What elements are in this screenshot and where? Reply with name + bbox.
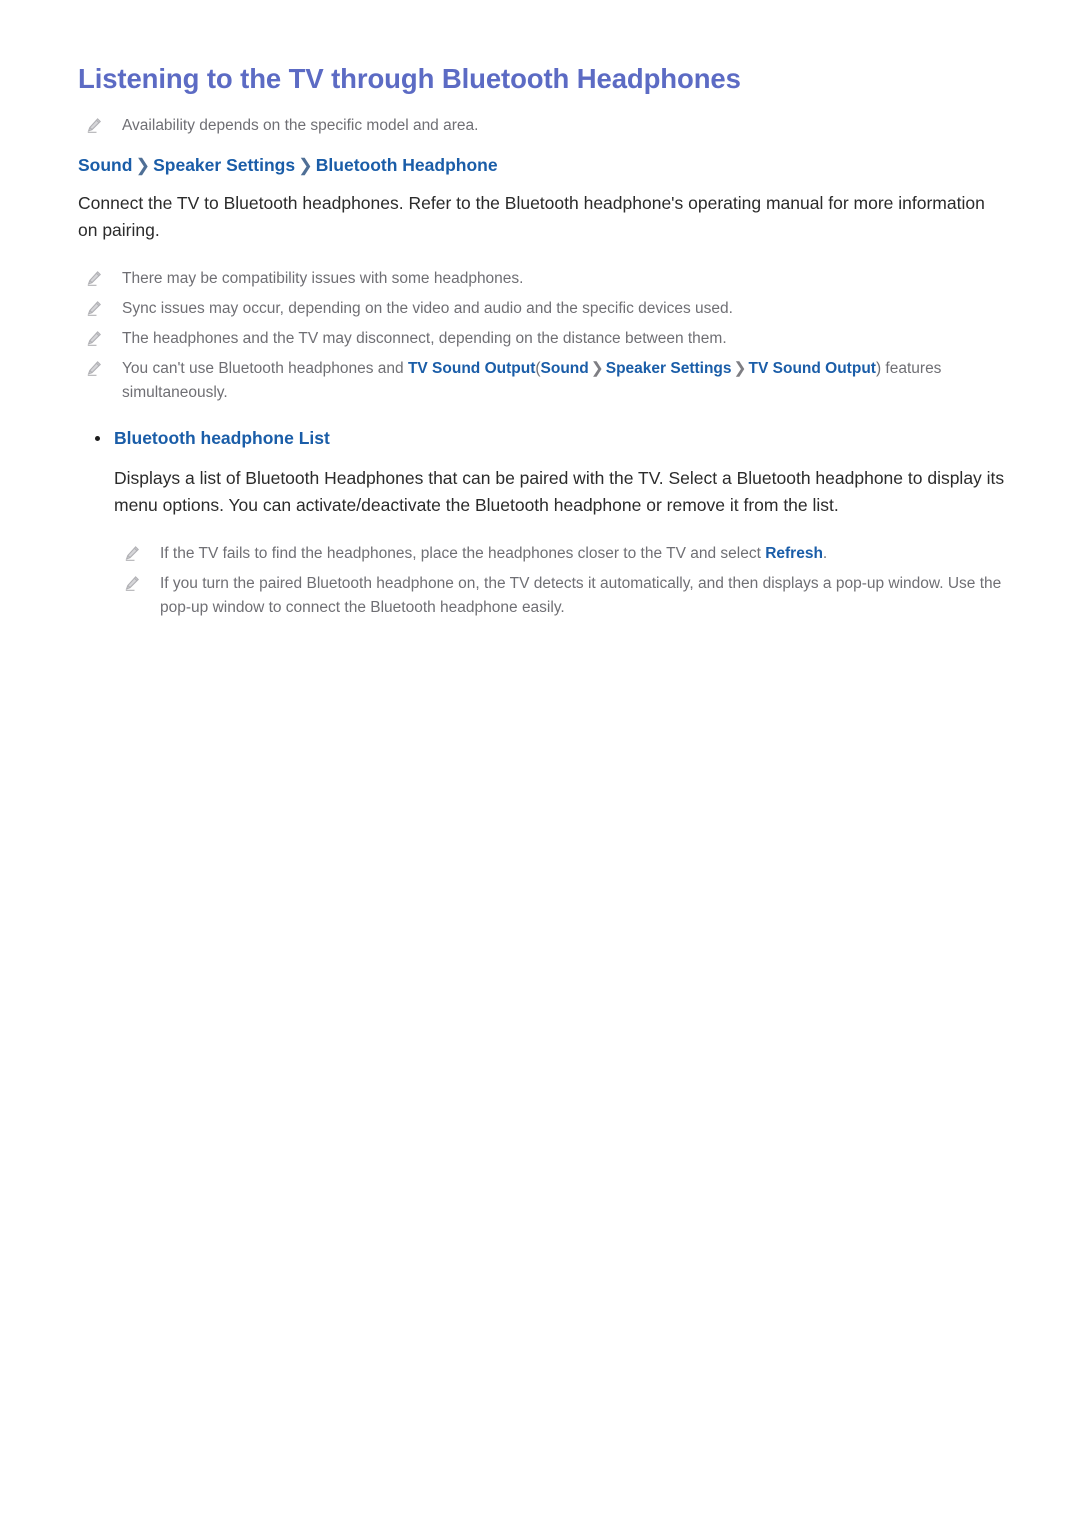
link-path-speaker-settings[interactable]: Speaker Settings [606,360,732,377]
path-separator-icon: ❯ [733,360,747,377]
note-refresh: If the TV fails to find the headphones, … [78,542,1022,566]
pencil-note-icon [124,545,141,562]
link-tv-sound-output[interactable]: TV Sound Output [408,360,535,377]
link-path-sound[interactable]: Sound [541,360,589,377]
section-description: Displays a list of Bluetooth Headphones … [114,468,1005,515]
breadcrumb-item-bluetooth-headphone[interactable]: Bluetooth Headphone [316,155,498,175]
note-popup-text: If you turn the paired Bluetooth headpho… [160,575,1002,616]
note-tv-sound-output-conflict: You can't use Bluetooth headphones and T… [78,357,1022,405]
note-sync-text: Sync issues may occur, depending on the … [122,300,733,317]
manual-page: Listening to the TV through Bluetooth He… [0,0,1080,1527]
section-heading-label: Bluetooth headphone List [114,428,330,448]
breadcrumb[interactable]: Sound ❯ Speaker Settings ❯ Bluetooth Headpho… [78,152,1022,178]
note-conflict-prefix: You can't use Bluetooth headphones and [122,360,408,377]
path-separator-icon: ❯ [590,360,604,377]
note-availability-text: Availability depends on the specific mod… [122,117,479,134]
page-content: Listening to the TV through Bluetooth He… [78,62,1022,626]
pencil-note-icon [124,575,141,592]
note-popup: If you turn the paired Bluetooth headpho… [78,572,1022,620]
pencil-note-icon [86,270,103,287]
breadcrumb-item-speaker-settings[interactable]: Speaker Settings [153,155,295,175]
note-compatibility: There may be compatibility issues with s… [78,267,1022,291]
note-compatibility-text: There may be compatibility issues with s… [122,270,524,287]
note-disconnect: The headphones and the TV may disconnect… [78,327,1022,351]
note-sync: Sync issues may occur, depending on the … [78,297,1022,321]
pencil-note-icon [86,300,103,317]
breadcrumb-separator-icon: ❯ [298,155,313,175]
link-path-tv-sound-output[interactable]: TV Sound Output [749,360,876,377]
pencil-note-icon [86,330,103,347]
note-disconnect-text: The headphones and the TV may disconnect… [122,330,727,347]
intro-paragraph: Connect the TV to Bluetooth headphones. … [78,193,985,240]
note-refresh-suffix: . [822,545,828,562]
pencil-note-icon [86,117,103,134]
pencil-note-icon [86,360,103,377]
note-availability: Availability depends on the specific mod… [78,114,1022,138]
breadcrumb-separator-icon: ❯ [135,155,151,175]
note-refresh-prefix: If the TV fails to find the headphones, … [160,545,766,562]
section-heading-bluetooth-headphone-list[interactable]: Bluetooth headphone List [78,425,1022,451]
page-title: Listening to the TV through Bluetooth He… [78,63,741,94]
bullet-dot-icon [95,436,100,441]
link-refresh[interactable]: Refresh [765,545,823,562]
breadcrumb-item-sound[interactable]: Sound [78,155,132,175]
